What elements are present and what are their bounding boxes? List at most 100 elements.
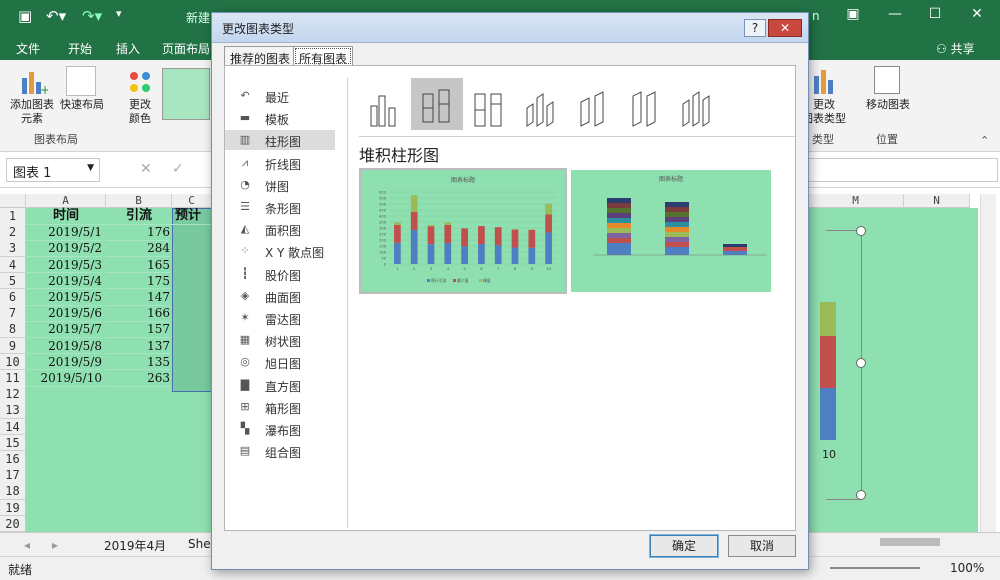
row-header[interactable]: 13 bbox=[0, 402, 26, 420]
tab-all-charts[interactable]: 所有图表 bbox=[293, 46, 354, 66]
row-header[interactable]: 17 bbox=[0, 467, 26, 484]
enter-formula-icon[interactable]: ✓ bbox=[172, 161, 184, 177]
prev-sheet-icon[interactable]: ◂ bbox=[24, 538, 30, 552]
move-chart-button[interactable]: 移动图表 bbox=[862, 98, 914, 112]
next-sheet-icon[interactable]: ▸ bbox=[52, 538, 58, 552]
chart-category-item[interactable]: ☰ 条形图 bbox=[225, 197, 335, 217]
stacked-column-icon[interactable] bbox=[411, 78, 463, 130]
chart-preview-2[interactable]: 图表标题 bbox=[571, 170, 771, 292]
date-cell[interactable]: 2019/5/10 bbox=[26, 370, 102, 387]
row-header[interactable]: 14 bbox=[0, 418, 26, 436]
row-header[interactable]: 11 bbox=[0, 370, 26, 387]
resize-handle[interactable] bbox=[856, 490, 866, 500]
select-all-corner[interactable] bbox=[0, 194, 26, 208]
date-cell[interactable]: 2019/5/1 bbox=[26, 224, 102, 241]
resize-handle[interactable] bbox=[856, 358, 866, 368]
chart-category-item[interactable]: ◎ 旭日图 bbox=[225, 352, 335, 372]
row-header[interactable]: 10 bbox=[0, 353, 26, 371]
date-cell[interactable]: 2019/5/2 bbox=[26, 240, 102, 258]
redo-icon[interactable]: ↷▾ bbox=[82, 7, 102, 25]
chart-category-item[interactable]: ⁘ X Y 散点图 bbox=[225, 241, 335, 261]
ok-button[interactable]: 确定 bbox=[649, 534, 719, 558]
cancel-button[interactable]: 取消 bbox=[728, 535, 796, 557]
tab-recommended-charts[interactable]: 推荐的图表 bbox=[224, 46, 297, 66]
close-dialog-button[interactable]: ✕ bbox=[768, 19, 802, 37]
chart-style-thumbnail[interactable] bbox=[162, 68, 210, 120]
row-header[interactable]: 3 bbox=[0, 240, 26, 258]
column-header-a[interactable]: A bbox=[26, 194, 106, 208]
tab-home[interactable]: 开始 bbox=[68, 40, 92, 57]
percent-stacked-column-icon[interactable] bbox=[469, 86, 509, 130]
collapse-ribbon-icon[interactable]: ⌃ bbox=[980, 134, 989, 147]
column-header-b[interactable]: B bbox=[106, 194, 172, 208]
cell-a1[interactable]: 时间 bbox=[26, 208, 106, 225]
value-cell[interactable]: 175 bbox=[106, 273, 170, 290]
value-cell[interactable]: 165 bbox=[106, 257, 170, 274]
save-icon[interactable]: ▣ bbox=[18, 7, 32, 25]
row-header[interactable]: 2 bbox=[0, 224, 26, 241]
row-header[interactable]: 4 bbox=[0, 256, 26, 274]
chart-category-item[interactable]: ▦ 树状图 bbox=[225, 330, 335, 350]
row-header[interactable]: 7 bbox=[0, 305, 26, 322]
chart-category-item[interactable]: ▚ 瀑布图 bbox=[225, 419, 335, 439]
row-header[interactable]: 5 bbox=[0, 272, 26, 290]
clustered-column-icon[interactable] bbox=[365, 86, 405, 130]
zoom-slider[interactable] bbox=[830, 567, 920, 569]
3d-clustered-column-icon[interactable] bbox=[521, 86, 561, 130]
customize-qat-icon[interactable]: ▾ bbox=[116, 7, 122, 20]
row-header[interactable]: 6 bbox=[0, 289, 26, 306]
value-cell[interactable]: 176 bbox=[106, 224, 170, 241]
quick-layout-button[interactable]: 快速布局 bbox=[58, 98, 106, 112]
chart-category-item[interactable]: ◭ 面积图 bbox=[225, 219, 335, 239]
chart-category-item[interactable]: ✶ 雷达图 bbox=[225, 308, 335, 328]
cell-c1[interactable]: 预计 bbox=[172, 208, 212, 225]
share-button[interactable]: ⚇ 共享 bbox=[936, 40, 975, 57]
date-cell[interactable]: 2019/5/6 bbox=[26, 305, 102, 322]
date-cell[interactable]: 2019/5/9 bbox=[26, 354, 102, 371]
column-header-m[interactable]: M bbox=[808, 194, 904, 208]
chart-category-item[interactable]: ▥ 柱形图 bbox=[225, 130, 335, 151]
change-colors-button[interactable]: 更改 颜色 bbox=[118, 98, 162, 126]
value-cell[interactable]: 135 bbox=[106, 354, 170, 371]
resize-handle[interactable] bbox=[856, 226, 866, 236]
value-cell[interactable]: 263 bbox=[106, 370, 170, 387]
chart-category-item[interactable]: ◈ 曲面图 bbox=[225, 286, 335, 306]
value-cell[interactable]: 166 bbox=[106, 305, 170, 322]
chart-category-item[interactable]: ⊞ 箱形图 bbox=[225, 397, 335, 417]
row-header[interactable]: 19 bbox=[0, 499, 26, 517]
help-button[interactable]: ? bbox=[744, 19, 766, 37]
chart-preview-1[interactable]: 图表标题 0 50 100 150 200 250 300 350 400 450 500 550 600… bbox=[359, 168, 567, 294]
row-header[interactable]: 15 bbox=[0, 434, 26, 452]
row-header[interactable]: 16 bbox=[0, 451, 26, 468]
row-header[interactable]: 18 bbox=[0, 483, 26, 501]
chart-category-item[interactable]: ⩘ 折线图 bbox=[225, 153, 335, 173]
cell-b1[interactable]: 引流 bbox=[106, 208, 172, 225]
column-header-n[interactable]: N bbox=[904, 194, 970, 208]
add-chart-element-button[interactable]: 添加图表 元素 bbox=[6, 98, 58, 126]
undo-icon[interactable]: ↶▾ bbox=[46, 7, 66, 25]
row-header[interactable]: 12 bbox=[0, 386, 26, 403]
tab-page-layout[interactable]: 页面布局 bbox=[162, 40, 210, 57]
chart-category-item[interactable]: ↶ 最近 bbox=[225, 86, 335, 106]
cancel-formula-icon[interactable]: ✕ bbox=[140, 161, 152, 177]
chart-category-item[interactable]: ◔ 饼图 bbox=[225, 175, 335, 195]
date-cell[interactable]: 2019/5/8 bbox=[26, 338, 102, 355]
tab-file[interactable]: 文件 bbox=[16, 40, 40, 57]
tab-insert[interactable]: 插入 bbox=[116, 40, 140, 57]
row-header[interactable]: 9 bbox=[0, 337, 26, 355]
sheet-tab[interactable]: She bbox=[188, 537, 211, 551]
3d-column-icon[interactable] bbox=[677, 86, 717, 130]
vertical-scrollbar[interactable] bbox=[980, 194, 996, 532]
row-header[interactable]: 1 bbox=[0, 208, 26, 225]
column-header-c[interactable]: C bbox=[172, 194, 212, 208]
date-cell[interactable]: 2019/5/3 bbox=[26, 257, 102, 274]
value-cell[interactable]: 157 bbox=[106, 321, 170, 339]
horizontal-scrollbar[interactable] bbox=[880, 538, 940, 546]
date-cell[interactable]: 2019/5/7 bbox=[26, 321, 102, 339]
chart-category-item[interactable]: ▬ 模板 bbox=[225, 108, 335, 128]
minimize-icon[interactable]: — bbox=[880, 6, 910, 22]
row-header[interactable]: 20 bbox=[0, 515, 26, 533]
close-window-icon[interactable]: ✕ bbox=[962, 6, 992, 22]
value-cell[interactable]: 137 bbox=[106, 338, 170, 355]
chart-category-item[interactable]: ┇ 股价图 bbox=[225, 264, 335, 284]
